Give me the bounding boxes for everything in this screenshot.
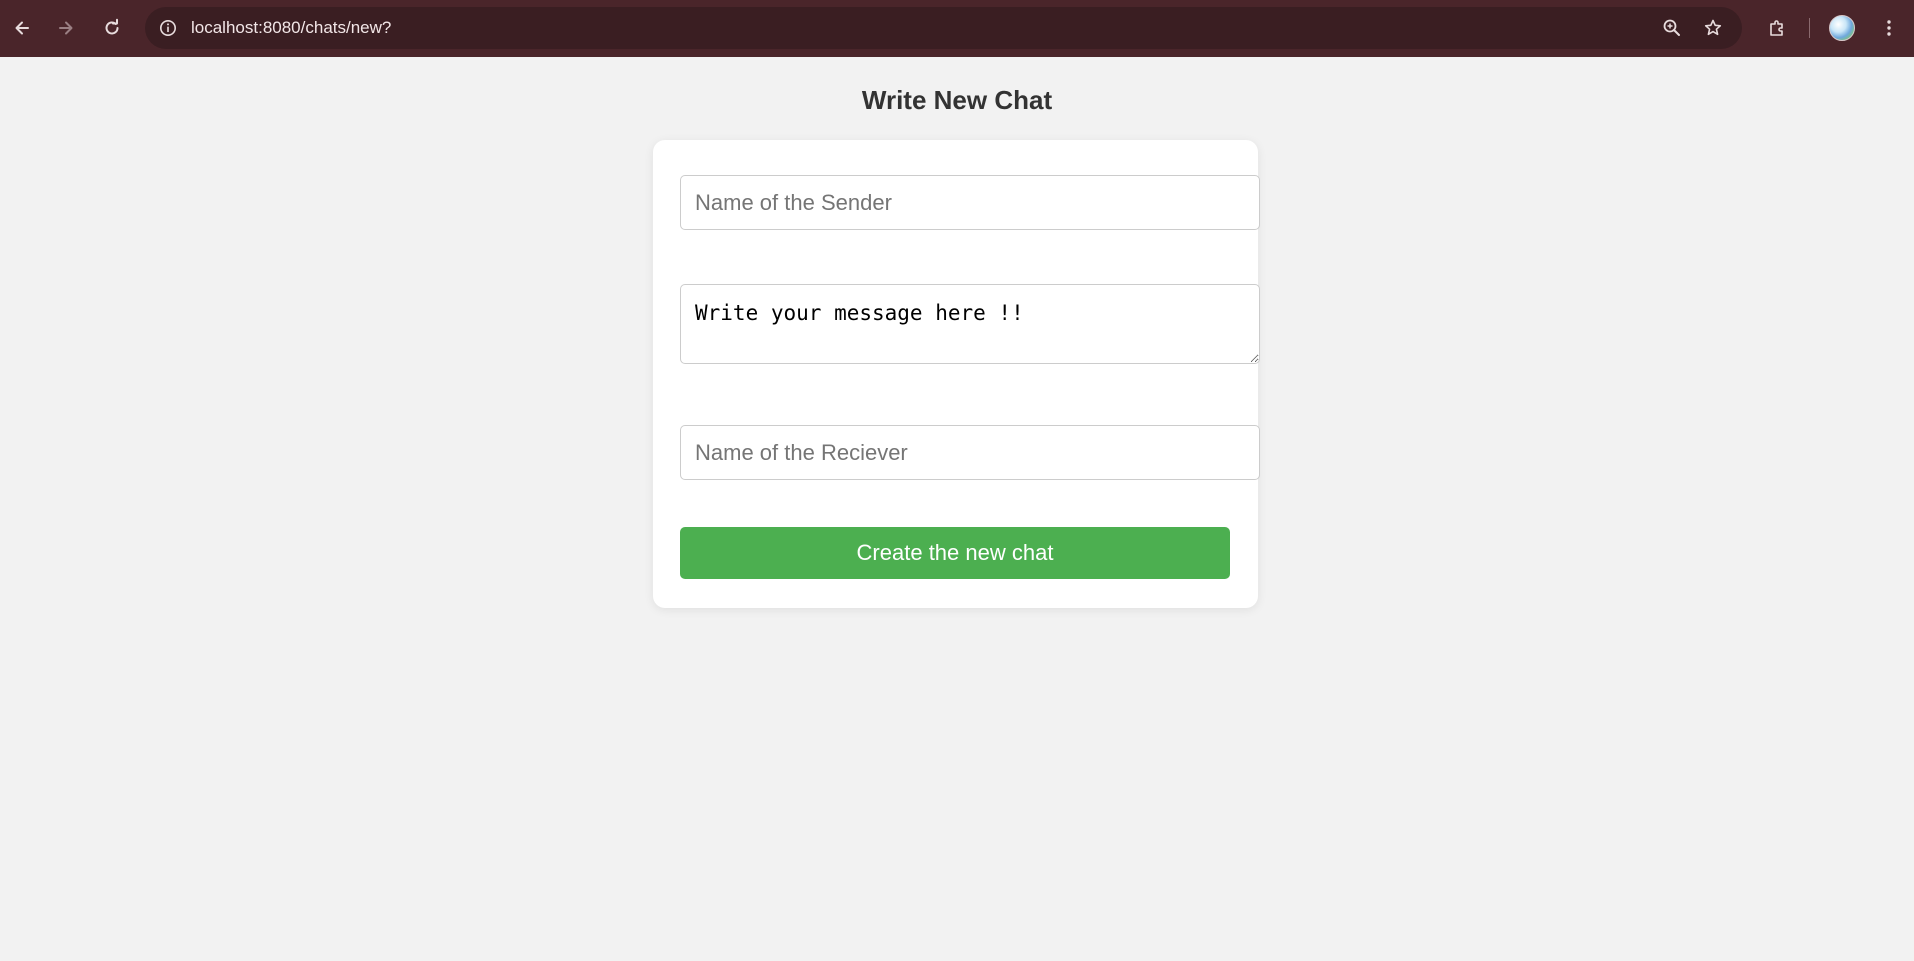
address-bar[interactable]: localhost:8080/chats/new?: [145, 7, 1742, 49]
more-menu-icon[interactable]: [1873, 12, 1905, 44]
message-textarea[interactable]: Write your message here !!: [680, 284, 1260, 364]
browser-toolbar: localhost:8080/chats/new?: [0, 0, 1914, 57]
reload-button[interactable]: [96, 12, 128, 44]
back-arrow-icon: [15, 21, 29, 35]
forward-button[interactable]: [50, 12, 82, 44]
page-title: Write New Chat: [861, 85, 1053, 115]
create-chat-button[interactable]: Create the new chat: [680, 527, 1230, 579]
forward-arrow-icon: [59, 21, 73, 35]
extensions-icon[interactable]: [1761, 12, 1793, 44]
back-button[interactable]: [6, 12, 38, 44]
url-text[interactable]: localhost:8080/chats/new?: [191, 17, 391, 39]
toolbar-divider: [1809, 18, 1810, 38]
receiver-name-input[interactable]: [680, 425, 1260, 480]
profile-avatar[interactable]: [1829, 15, 1855, 41]
site-info-icon[interactable]: [156, 16, 180, 40]
bookmark-star-icon[interactable]: [1701, 16, 1725, 40]
sender-name-input[interactable]: [680, 175, 1260, 230]
zoom-icon[interactable]: [1660, 16, 1684, 40]
new-chat-form: Write your message here !! Create the ne…: [653, 140, 1260, 608]
reload-icon: [105, 18, 119, 35]
